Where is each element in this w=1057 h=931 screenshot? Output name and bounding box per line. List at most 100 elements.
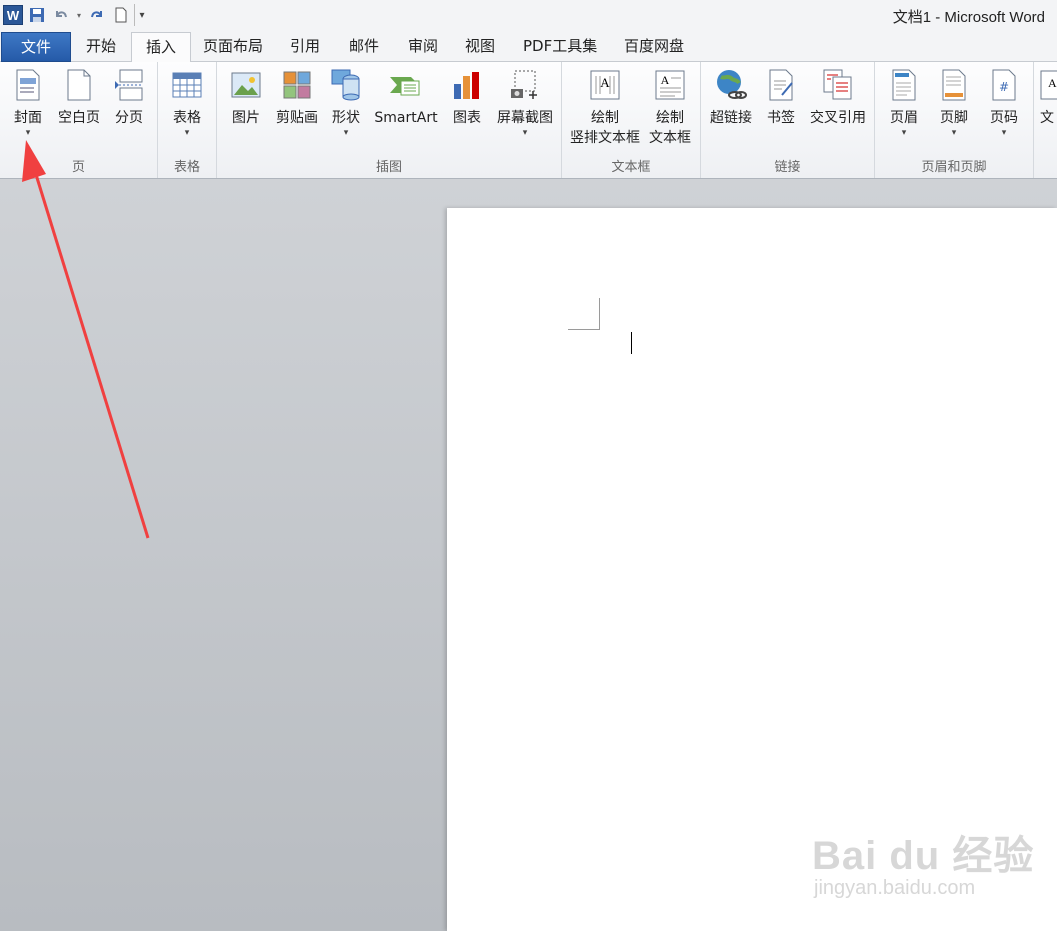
group-label-illustrations: 插图 (375, 160, 402, 175)
page-number-label: 页码 (990, 110, 1018, 126)
chevron-down-icon: ▾ (1001, 128, 1007, 138)
footer-button[interactable]: 页脚 ▾ (933, 68, 975, 138)
draw-textbox-button[interactable]: A 绘制文本框 (646, 68, 694, 148)
page-number-icon: # (987, 68, 1021, 102)
picture-icon (229, 68, 263, 102)
draw-vertical-label-2: 竖排文本框 (570, 130, 640, 146)
shapes-button[interactable]: 形状 ▾ (327, 68, 365, 138)
smartart-button[interactable]: SmartArt (371, 68, 441, 128)
tab-review[interactable]: 审阅 (394, 32, 452, 60)
table-button[interactable]: 表格 ▾ (166, 68, 208, 138)
svg-text:#: # (999, 80, 1009, 94)
cover-page-button[interactable]: 封面 ▾ (6, 68, 50, 138)
tab-file[interactable]: 文件 (1, 32, 71, 62)
cross-reference-button[interactable]: 交叉引用 (807, 68, 869, 128)
svg-text:A: A (1048, 76, 1057, 90)
group-label-textbox: 文本框 (611, 160, 651, 175)
svg-text:A: A (600, 75, 610, 90)
undo-dropdown-icon[interactable]: ▾ (74, 4, 84, 26)
document-workspace[interactable]: Bai du 经验 jingyan.baidu.com (0, 179, 1057, 931)
draw-textbox-label-1: 绘制 (656, 110, 684, 126)
blank-page-label: 空白页 (58, 110, 100, 126)
group-illustrations: 图片 剪贴画 形状 ▾ SmartArt 图表 屏幕截图 ▾ 插图 (217, 62, 562, 178)
page-break-button[interactable]: 分页 (108, 68, 150, 128)
word-app-icon[interactable]: W (2, 4, 24, 26)
text-partial-button[interactable]: A 文 (1040, 68, 1057, 128)
text-cursor (631, 332, 632, 354)
hyperlink-label: 超链接 (710, 110, 752, 126)
group-links: 超链接 书签 交叉引用 链接 (701, 62, 875, 178)
customize-toolbar-icon[interactable]: ▾ (134, 4, 149, 26)
table-icon (170, 68, 204, 102)
tab-pdf-tools[interactable]: PDF工具集 (509, 32, 611, 60)
vertical-textbox-icon: A (588, 68, 622, 102)
chevron-down-icon: ▾ (951, 128, 957, 138)
smartart-icon (389, 68, 423, 102)
blank-page-button[interactable]: 空白页 (54, 68, 104, 128)
baidu-watermark: Bai du 经验 jingyan.baidu.com (812, 823, 1034, 900)
draw-textbox-label-2: 文本框 (649, 130, 691, 146)
group-label-links: 链接 (774, 160, 801, 175)
document-page[interactable]: Bai du 经验 jingyan.baidu.com (447, 208, 1057, 931)
chevron-down-icon: ▾ (184, 128, 190, 138)
ribbon-tabs: 文件 开始 插入 页面布局 引用 邮件 审阅 视图 PDF工具集 百度网盘 (0, 30, 1057, 63)
bookmark-icon (764, 68, 798, 102)
footer-icon (937, 68, 971, 102)
chart-button[interactable]: 图表 (447, 68, 487, 128)
header-icon (887, 68, 921, 102)
title-bar: W ▾ ▾ 文档1 - Microsoft Word (0, 0, 1057, 30)
redo-icon[interactable] (86, 4, 108, 26)
undo-icon[interactable] (50, 4, 72, 26)
tab-mailings[interactable]: 邮件 (335, 32, 393, 60)
ribbon-insert: 封面 ▾ 空白页 分页 页 表格 ▾ 表格 图片 剪贴画 形状 ▾ SmartA… (0, 62, 1057, 179)
chevron-down-icon: ▾ (25, 128, 31, 138)
text-partial-label: 文 (1040, 110, 1054, 126)
tab-view[interactable]: 视图 (451, 32, 509, 60)
textbox-icon: A (653, 68, 687, 102)
tab-insert[interactable]: 插入 (131, 32, 192, 63)
save-icon[interactable] (26, 4, 48, 26)
screenshot-icon (508, 68, 542, 102)
tab-references[interactable]: 引用 (276, 32, 334, 60)
header-label: 页眉 (890, 110, 918, 126)
table-label: 表格 (173, 110, 201, 126)
page-number-button[interactable]: # 页码 ▾ (983, 68, 1025, 138)
picture-label: 图片 (232, 110, 260, 126)
shapes-icon (329, 68, 363, 102)
hyperlink-button[interactable]: 超链接 (707, 68, 755, 128)
draw-vertical-textbox-button[interactable]: A 绘制 竖排文本框 (568, 68, 642, 148)
new-document-icon[interactable] (110, 4, 132, 26)
shapes-label: 形状 (332, 110, 360, 126)
chart-icon (450, 68, 484, 102)
textbox-icon: A (1040, 68, 1057, 102)
quick-access-toolbar: W ▾ ▾ (0, 3, 149, 27)
group-textbox: A 绘制 竖排文本框 A 绘制文本框 文本框 (562, 62, 701, 178)
screenshot-button[interactable]: 屏幕截图 ▾ (493, 68, 557, 138)
header-button[interactable]: 页眉 ▾ (883, 68, 925, 138)
screenshot-label: 屏幕截图 (497, 110, 553, 126)
margin-corner-mark (568, 298, 600, 330)
bookmark-label: 书签 (767, 110, 795, 126)
group-text-partial: A 文 (1034, 62, 1057, 178)
tab-baidu-netdisk[interactable]: 百度网盘 (610, 32, 698, 60)
page-break-label: 分页 (115, 110, 143, 126)
chart-label: 图表 (453, 110, 481, 126)
tab-page-layout[interactable]: 页面布局 (189, 32, 277, 60)
cover-page-label: 封面 (14, 110, 42, 126)
clipart-label: 剪贴画 (276, 110, 318, 126)
bookmark-button[interactable]: 书签 (761, 68, 801, 128)
cover-page-icon (11, 68, 45, 102)
clipart-icon (280, 68, 314, 102)
chevron-down-icon: ▾ (901, 128, 907, 138)
clipart-button[interactable]: 剪贴画 (273, 68, 321, 128)
page-break-icon (112, 68, 146, 102)
footer-label: 页脚 (940, 110, 968, 126)
chevron-down-icon: ▾ (343, 128, 349, 138)
group-header-footer: 页眉 ▾ 页脚 ▾ # 页码 ▾ 页眉和页脚 (875, 62, 1034, 178)
group-label-header-footer: 页眉和页脚 (921, 160, 987, 175)
picture-button[interactable]: 图片 (225, 68, 267, 128)
group-label-pages: 页 (71, 160, 85, 175)
tab-home[interactable]: 开始 (72, 32, 130, 60)
blank-page-icon (62, 68, 96, 102)
smartart-label: SmartArt (374, 110, 438, 126)
